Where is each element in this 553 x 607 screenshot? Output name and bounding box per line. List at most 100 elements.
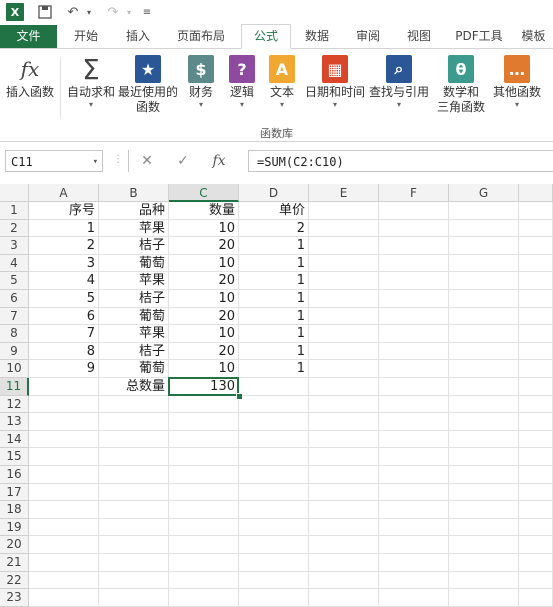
cell[interactable] <box>449 360 519 378</box>
cell[interactable] <box>449 448 519 466</box>
cell[interactable] <box>169 448 239 466</box>
row-header[interactable]: 10 <box>0 360 29 378</box>
cell[interactable] <box>309 466 379 484</box>
cell[interactable]: 1 <box>239 307 309 326</box>
name-box[interactable]: C11 ▾ <box>5 150 103 172</box>
cell[interactable] <box>449 430 519 449</box>
cell[interactable] <box>29 466 99 484</box>
cell[interactable] <box>519 589 553 607</box>
cell[interactable]: 6 <box>29 307 99 326</box>
formula-input[interactable]: =SUM(C2:C10) <box>248 150 553 172</box>
math-trig-button[interactable]: θ 数学和 三角函数 <box>432 53 490 115</box>
undo-dropdown-icon[interactable]: ▾ <box>84 3 94 21</box>
cell[interactable] <box>29 571 99 590</box>
cell[interactable]: 20 <box>169 342 239 361</box>
cell[interactable] <box>309 554 379 572</box>
cell[interactable] <box>519 237 553 255</box>
row-header[interactable]: 4 <box>0 254 29 273</box>
cell[interactable]: 9 <box>29 360 99 378</box>
tab-formulas[interactable]: 公式 <box>241 24 291 49</box>
cell[interactable] <box>169 518 239 537</box>
cell[interactable] <box>379 254 449 273</box>
cell[interactable] <box>309 307 379 326</box>
insert-function-icon[interactable]: fx <box>201 153 237 169</box>
cell[interactable] <box>309 202 379 220</box>
row-header[interactable]: 8 <box>0 325 29 343</box>
cell[interactable] <box>519 307 553 326</box>
cell[interactable]: 7 <box>29 325 99 343</box>
cell[interactable] <box>519 395 553 414</box>
select-all-corner[interactable] <box>0 184 29 202</box>
cell[interactable] <box>309 395 379 414</box>
cell[interactable] <box>309 378 379 396</box>
row-header[interactable]: 20 <box>0 536 29 554</box>
financial-button[interactable]: $ 财务 ▾ <box>185 53 217 110</box>
cell[interactable] <box>379 237 449 255</box>
cell[interactable] <box>99 413 169 431</box>
cell[interactable] <box>519 378 553 396</box>
cell[interactable]: 桔子 <box>99 290 169 308</box>
cell[interactable] <box>379 536 449 554</box>
cell[interactable] <box>519 466 553 484</box>
cell[interactable] <box>99 466 169 484</box>
cell[interactable] <box>169 501 239 519</box>
cell[interactable] <box>519 501 553 519</box>
cell[interactable] <box>519 430 553 449</box>
cell[interactable]: 10 <box>169 325 239 343</box>
cell[interactable]: 20 <box>169 272 239 290</box>
cell[interactable] <box>449 466 519 484</box>
cell[interactable] <box>519 518 553 537</box>
cell[interactable]: 1 <box>239 360 309 378</box>
cell[interactable] <box>29 518 99 537</box>
autosum-button[interactable]: Σ 自动求和 ▾ <box>64 53 118 110</box>
cell[interactable] <box>379 466 449 484</box>
row-header[interactable]: 1 <box>0 202 29 220</box>
row-header[interactable]: 3 <box>0 237 29 255</box>
cell[interactable] <box>309 342 379 361</box>
column-header-f[interactable]: F <box>379 184 449 202</box>
cell[interactable] <box>449 342 519 361</box>
cell[interactable] <box>379 378 449 396</box>
cell[interactable] <box>29 589 99 607</box>
cell[interactable]: 10 <box>169 360 239 378</box>
row-header[interactable]: 23 <box>0 589 29 607</box>
cell[interactable] <box>99 448 169 466</box>
tab-home[interactable]: 开始 <box>61 25 111 48</box>
tab-view[interactable]: 视图 <box>396 25 442 48</box>
cell[interactable] <box>449 554 519 572</box>
cell[interactable] <box>519 413 553 431</box>
cell[interactable] <box>449 272 519 290</box>
cell[interactable] <box>309 448 379 466</box>
tab-page-layout[interactable]: 页面布局 <box>166 25 236 48</box>
cell[interactable] <box>379 342 449 361</box>
text-button[interactable]: A 文本 ▾ <box>266 53 298 110</box>
column-header-d[interactable]: D <box>239 184 309 202</box>
cell[interactable]: 1 <box>239 290 309 308</box>
cell[interactable]: 1 <box>239 342 309 361</box>
cell[interactable]: 10 <box>169 219 239 238</box>
cell[interactable] <box>169 554 239 572</box>
cell[interactable] <box>309 501 379 519</box>
cell[interactable] <box>379 589 449 607</box>
cell[interactable] <box>99 501 169 519</box>
cell[interactable] <box>449 518 519 537</box>
tab-data[interactable]: 数据 <box>294 25 340 48</box>
row-header[interactable]: 16 <box>0 466 29 484</box>
undo-icon[interactable]: ↶ <box>64 3 82 21</box>
cell[interactable] <box>519 571 553 590</box>
cell[interactable]: 葡萄 <box>99 360 169 378</box>
cell[interactable] <box>379 413 449 431</box>
cell[interactable] <box>309 483 379 502</box>
cell[interactable]: 1 <box>239 254 309 273</box>
row-header[interactable]: 6 <box>0 290 29 308</box>
row-header[interactable]: 15 <box>0 448 29 466</box>
cell[interactable] <box>169 430 239 449</box>
cell[interactable] <box>309 536 379 554</box>
cell[interactable] <box>239 448 309 466</box>
cell[interactable]: 1 <box>239 272 309 290</box>
cell[interactable] <box>379 202 449 220</box>
cell[interactable]: 10 <box>169 254 239 273</box>
cell[interactable] <box>519 342 553 361</box>
cell[interactable] <box>449 307 519 326</box>
row-header[interactable]: 5 <box>0 272 29 290</box>
